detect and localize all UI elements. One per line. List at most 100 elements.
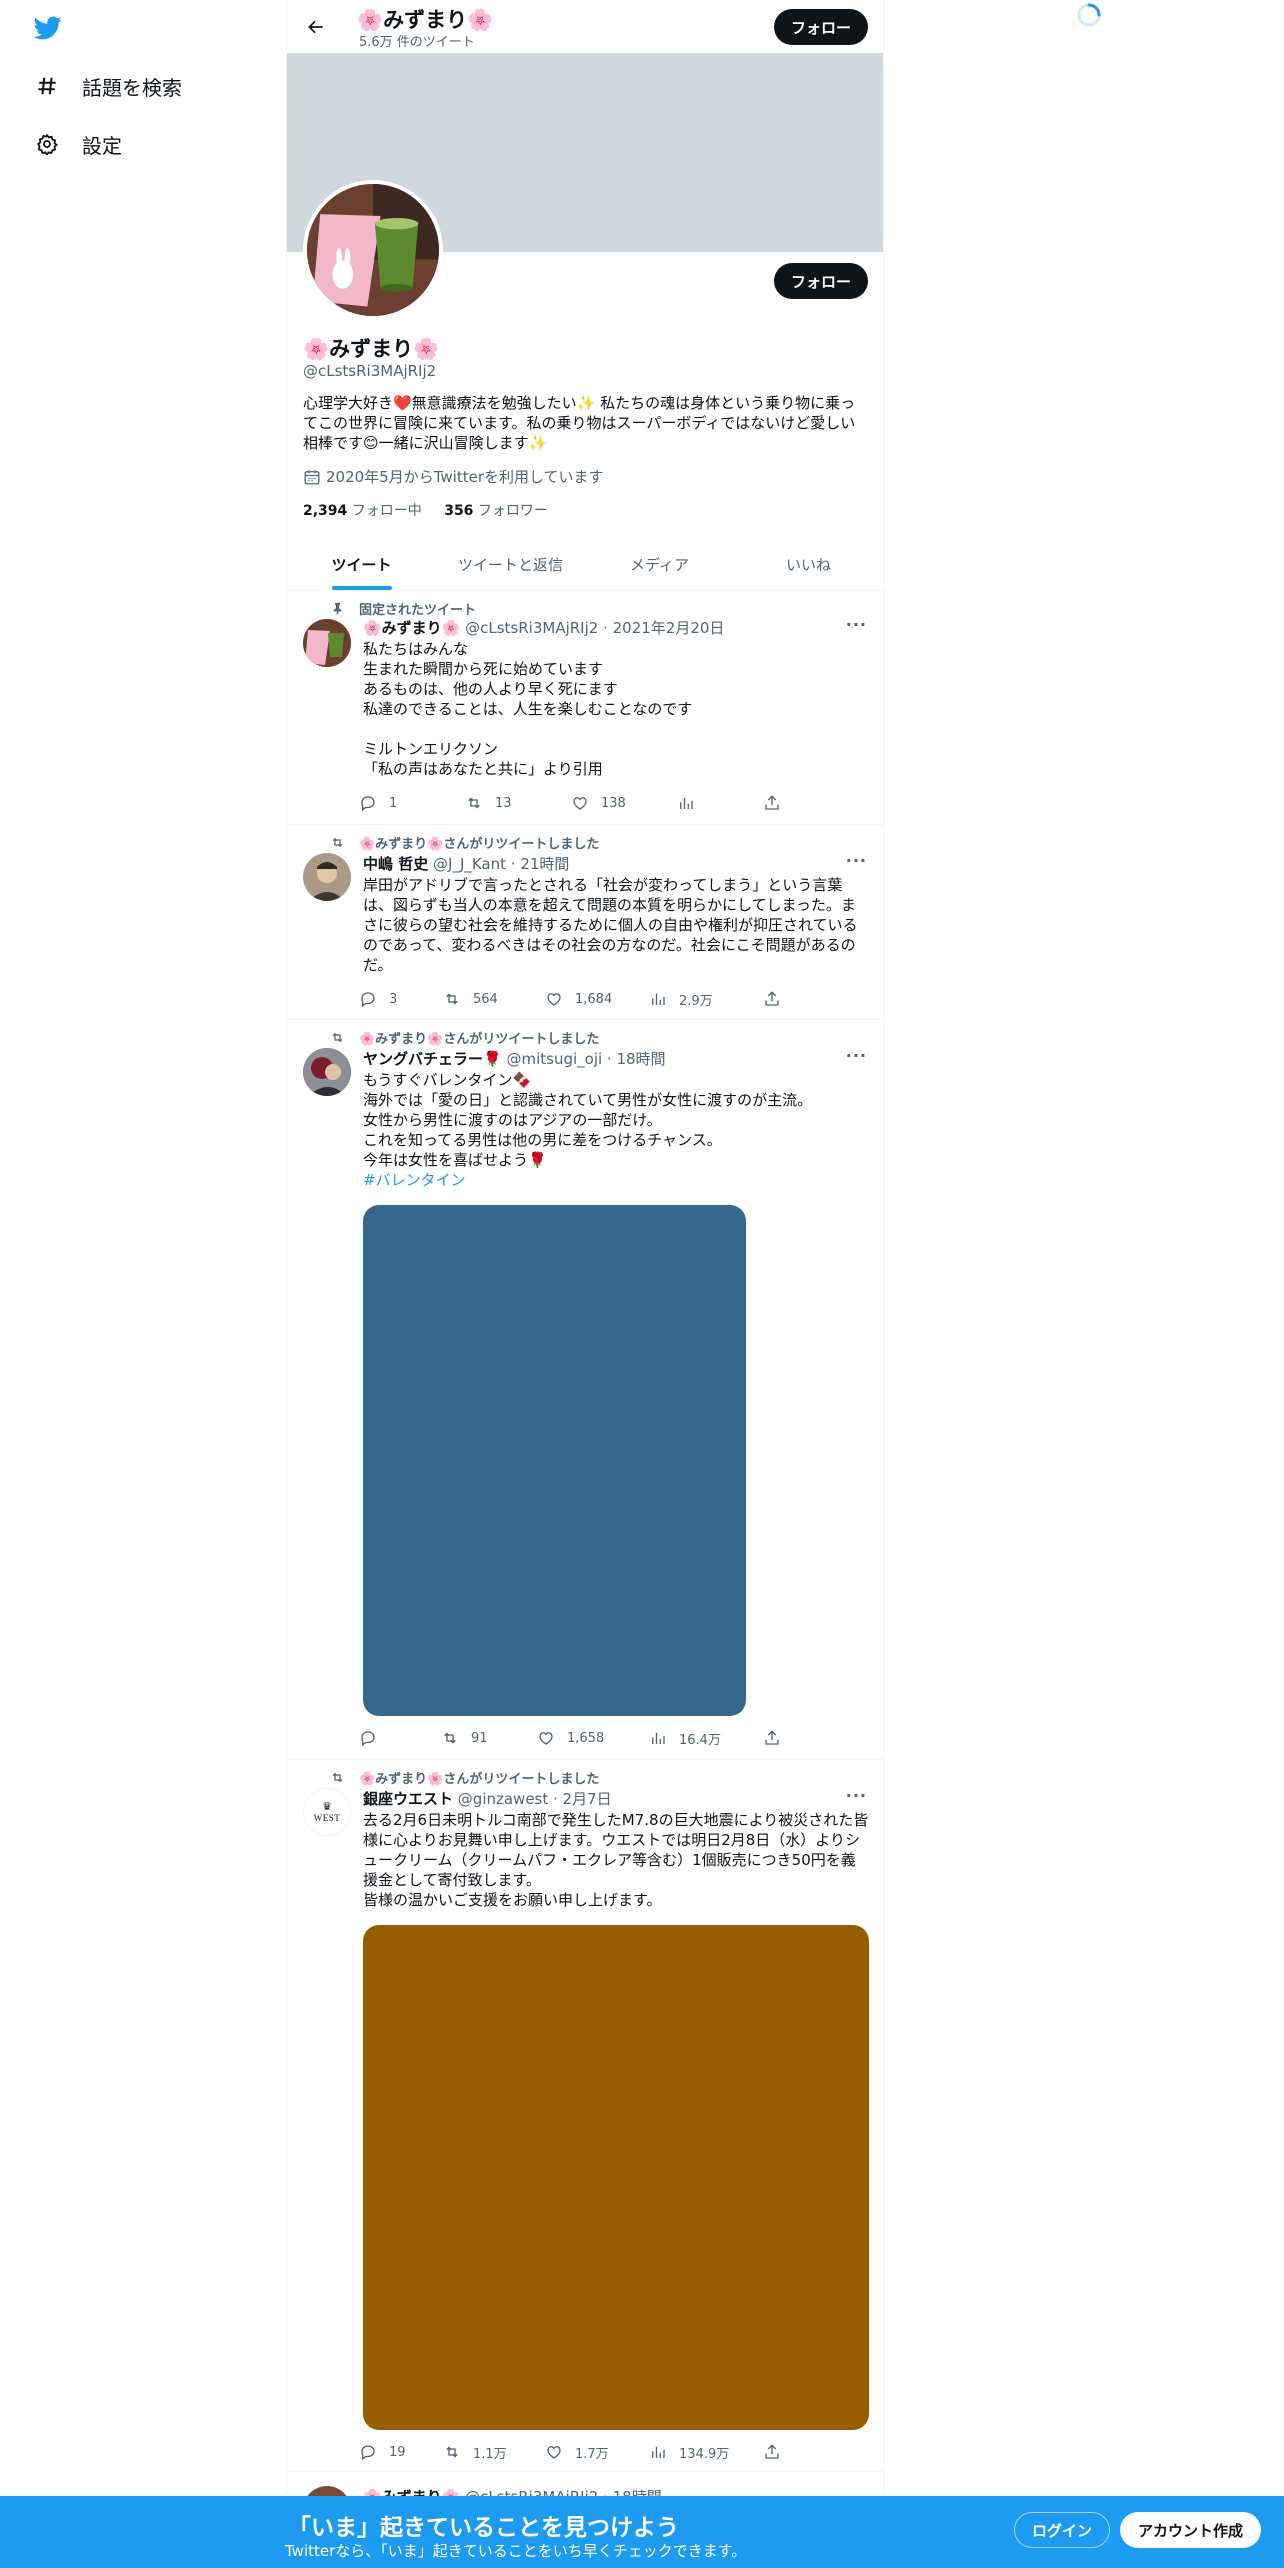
pin-icon bbox=[329, 601, 345, 617]
retweet-button[interactable]: 13 bbox=[465, 791, 512, 815]
loading-spinner-icon bbox=[1076, 2, 1102, 28]
share-icon bbox=[765, 991, 779, 1006]
tab-tweets[interactable]: ツイート bbox=[287, 538, 436, 590]
retweet-icon bbox=[468, 797, 480, 809]
like-button[interactable]: 1,684 bbox=[545, 987, 612, 1011]
tweet-handle-time[interactable]: @cLstsRi3MAjRIj2 · 2021年2月20日 bbox=[465, 619, 724, 637]
retweet-count: 13 bbox=[495, 795, 512, 811]
retweet-icon bbox=[329, 1030, 345, 1046]
tweet[interactable]: 🌸みずまり🌸さんがリツイートしました 中嶋 哲史 @J_J_Kant · 21時… bbox=[287, 825, 883, 1020]
reply-button[interactable]: 3 bbox=[359, 987, 397, 1011]
share-icon bbox=[765, 2444, 779, 2459]
retweet-count: 1.1万 bbox=[473, 2446, 507, 2462]
signup-button[interactable]: アカウント作成 bbox=[1120, 2512, 1261, 2548]
tweet[interactable]: 🌸みずまり🌸さんがリツイートしました ♛ WEST 銀座ウエスト @ginzaw… bbox=[287, 1760, 883, 2472]
profile-bio: 心理学大好き❤️無意識療法を勉強したい✨ 私たちの魂は身体という乗り物に乗ってこ… bbox=[303, 394, 856, 452]
tweet-avatar-text: WEST bbox=[313, 1813, 341, 1823]
tab-media[interactable]: メディア bbox=[585, 538, 734, 590]
tweet-actions: 91 1,658 16.4万 bbox=[359, 1726, 799, 1750]
twitter-logo-icon[interactable] bbox=[32, 14, 64, 42]
followers-count: 356 bbox=[444, 503, 474, 519]
signup-bottom-bar: 「いま」起きていることを見つけよう Twitterなら、「いま」起きていることを… bbox=[0, 2496, 1284, 2568]
reply-count: 3 bbox=[389, 991, 398, 1007]
nav-settings[interactable]: 設定 bbox=[34, 124, 122, 164]
tweet[interactable]: 固定されたツイート 🌸みずまり🌸 @cLstsRi3MAjRIj2 · 2021… bbox=[287, 591, 883, 825]
more-icon[interactable]: ··· bbox=[846, 615, 867, 634]
tab-tweets-replies[interactable]: ツイートと返信 bbox=[436, 538, 585, 590]
tweet-header: 🌸みずまり🌸 @cLstsRi3MAjRIj2 · 2021年2月20日 bbox=[363, 617, 724, 638]
profile-joined: 2020年5月からTwitterを利用しています bbox=[303, 466, 604, 487]
tweet[interactable]: 🌸みずまり🌸さんがリツイートしました ヤングバチェラー🌹 @mitsugi_oj… bbox=[287, 1020, 883, 1760]
reply-icon bbox=[361, 796, 375, 812]
chart-icon bbox=[680, 797, 693, 809]
heart-icon bbox=[547, 993, 561, 1006]
tweet-author-name[interactable]: 銀座ウエスト bbox=[363, 1790, 453, 1808]
tweet-author-name[interactable]: ヤングバチェラー🌹 bbox=[363, 1050, 502, 1068]
views-count: 134.9万 bbox=[679, 2446, 730, 2462]
more-icon[interactable]: ··· bbox=[846, 851, 867, 870]
tab-likes[interactable]: いいね bbox=[734, 538, 883, 590]
share-button[interactable] bbox=[763, 987, 793, 1011]
tweet-author-name[interactable]: 中嶋 哲史 bbox=[363, 855, 428, 873]
retweet-button[interactable]: 1.1万 bbox=[443, 2440, 507, 2464]
main-column: 🌸みずまり🌸 5.6万 件のツイート フォロー フォロー 🌸みずまり🌸 @cLs… bbox=[286, 0, 884, 2568]
profile-handle: @cLstsRi3MAjRIj2 bbox=[303, 362, 437, 380]
back-arrow-icon[interactable] bbox=[301, 12, 331, 42]
reply-button[interactable]: 19 bbox=[359, 2440, 406, 2464]
views-button[interactable]: 2.9万 bbox=[649, 987, 713, 1011]
bottom-bar-subtitle: Twitterなら、「いま」起きていることをいち早くチェックできます。 bbox=[285, 2542, 747, 2560]
bottom-bar-title: 「いま」起きていることを見つけよう bbox=[288, 2515, 679, 2541]
tweet-handle-time[interactable]: @mitsugi_oji · 18時間 bbox=[506, 1050, 665, 1068]
header-follow-button[interactable]: フォロー bbox=[774, 9, 868, 45]
tweet-handle-time[interactable]: @ginzawest · 2月7日 bbox=[458, 1790, 612, 1808]
reply-icon bbox=[361, 2445, 375, 2461]
nav-explore[interactable]: 話題を検索 bbox=[34, 66, 182, 106]
reply-button[interactable]: 1 bbox=[359, 791, 397, 815]
tweet-text: もうすぐバレンタイン🍫 海外では「愛の日」と認識されていて男性が女性に渡すのが主… bbox=[363, 1070, 869, 1190]
tweet-author-name[interactable]: 🌸みずまり🌸 bbox=[363, 619, 460, 637]
tweet-handle-time[interactable]: @J_J_Kant · 21時間 bbox=[433, 855, 569, 873]
tweet-avatar[interactable] bbox=[303, 619, 351, 667]
tweet-context-text: 固定されたツイート bbox=[359, 603, 477, 618]
login-button[interactable]: ログイン bbox=[1014, 2512, 1110, 2548]
chart-icon bbox=[652, 993, 665, 1005]
like-count: 1,658 bbox=[567, 1730, 605, 1746]
more-icon[interactable]: ··· bbox=[846, 1046, 867, 1065]
tweet-avatar[interactable]: ♛ WEST bbox=[303, 1788, 351, 1836]
retweet-icon bbox=[446, 2446, 458, 2458]
tweet-media[interactable] bbox=[363, 1205, 746, 1716]
share-button[interactable] bbox=[763, 1726, 793, 1750]
tweet-avatar[interactable] bbox=[303, 1048, 351, 1096]
profile-follow-button[interactable]: フォロー bbox=[774, 263, 868, 299]
views-button[interactable] bbox=[677, 791, 707, 815]
tweet-text: 岸田がアドリブで言ったとされる「社会が変わってしまう」という言葉は、図らずも当人… bbox=[363, 876, 858, 974]
more-icon[interactable]: ··· bbox=[846, 1786, 867, 1805]
profile-name: 🌸みずまり🌸 bbox=[303, 337, 440, 361]
tweet-context: 🌸みずまり🌸さんがリツイートしました bbox=[329, 1028, 599, 1047]
hashtag-link[interactable]: #バレンタイン bbox=[363, 1171, 466, 1189]
gear-icon bbox=[34, 131, 60, 157]
views-button[interactable]: 16.4万 bbox=[649, 1726, 721, 1750]
share-button[interactable] bbox=[763, 791, 793, 815]
following-link[interactable]: 2,394 フォロー中 bbox=[303, 503, 422, 519]
share-button[interactable] bbox=[763, 2440, 793, 2464]
reply-button[interactable] bbox=[359, 1726, 389, 1750]
hashtag-icon bbox=[34, 73, 60, 99]
share-icon bbox=[765, 795, 779, 810]
like-button[interactable]: 1,658 bbox=[537, 1726, 604, 1750]
retweet-icon bbox=[329, 1770, 345, 1786]
tweet-media[interactable] bbox=[363, 1925, 869, 2430]
tweet-actions: 3 564 1,684 2.9万 bbox=[359, 987, 799, 1011]
followers-link[interactable]: 356 フォロワー bbox=[444, 503, 548, 519]
tweet-avatar[interactable] bbox=[303, 853, 351, 901]
views-button[interactable]: 134.9万 bbox=[649, 2440, 729, 2464]
like-button[interactable]: 1.7万 bbox=[545, 2440, 609, 2464]
like-count: 1.7万 bbox=[575, 2446, 609, 2462]
profile-avatar[interactable] bbox=[303, 180, 443, 320]
heart-icon bbox=[547, 2446, 561, 2459]
reply-icon bbox=[361, 992, 375, 1008]
profile-tabs: ツイート ツイートと返信 メディア いいね bbox=[287, 538, 883, 591]
retweet-button[interactable]: 91 bbox=[441, 1726, 488, 1750]
like-button[interactable]: 138 bbox=[571, 791, 626, 815]
retweet-button[interactable]: 564 bbox=[443, 987, 498, 1011]
